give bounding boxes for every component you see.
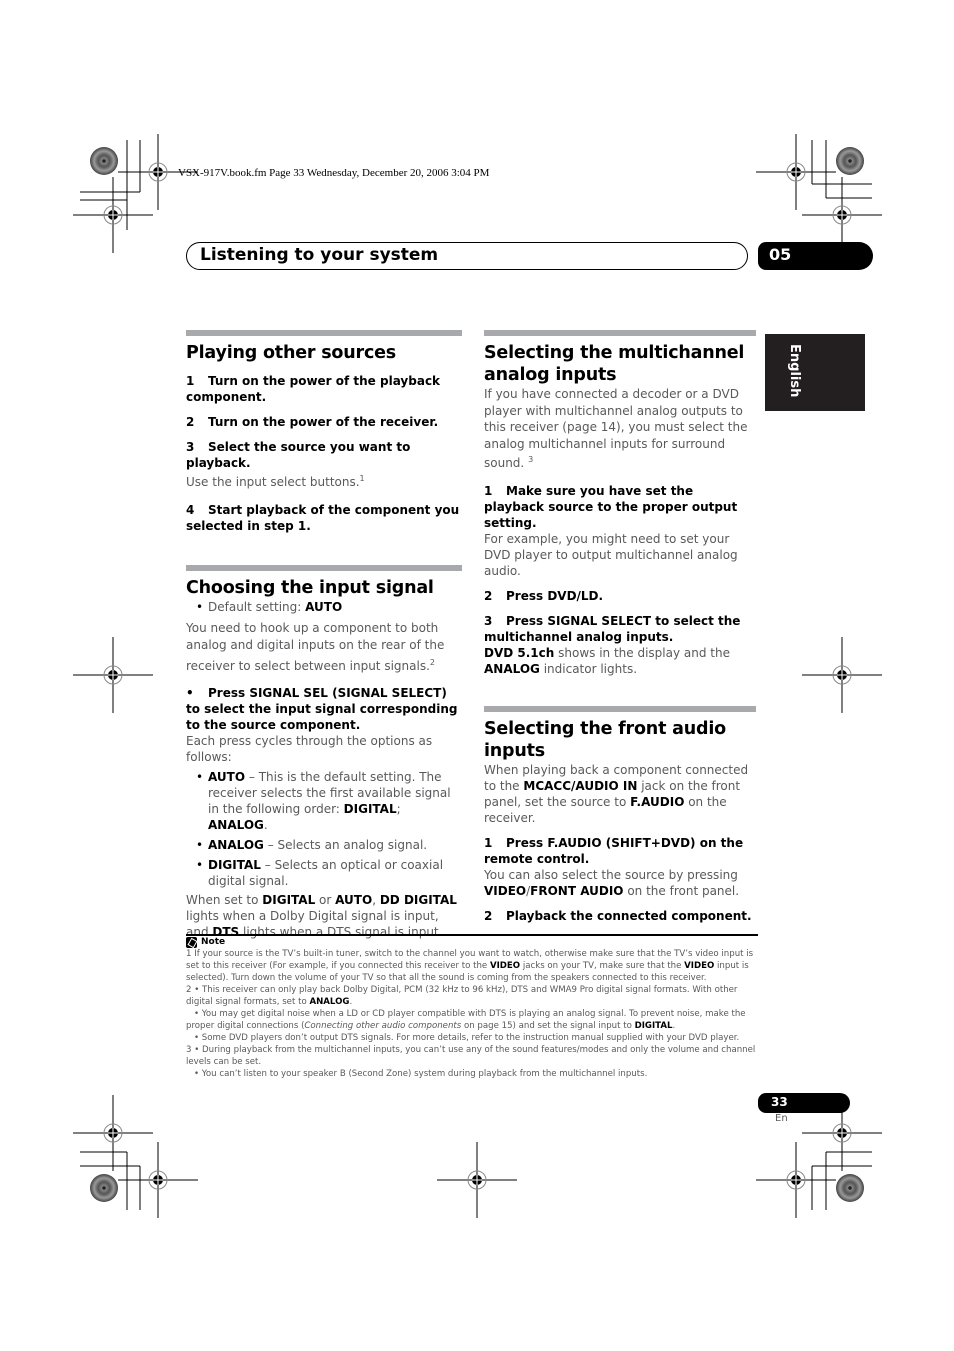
step-1: 1 Press F.AUDIO (SHIFT+DVD) on the remote… [484, 835, 744, 866]
chapter-number-badge: 05 [758, 242, 873, 270]
section-title: Selecting the multichannel analog inputs [484, 343, 745, 385]
registration-mark [756, 1142, 836, 1218]
footnote-ref[interactable]: 2 [430, 658, 435, 667]
section-front-audio-inputs: Selecting the front audio inputs When pl… [484, 705, 756, 924]
chapter-number: 05 [769, 245, 792, 264]
step-4: 4 Start playback of the component you sel… [186, 503, 460, 533]
step-2: 2 Turn on the power of the receiver. [186, 415, 439, 429]
choosing-intro: You need to hook up a component to both … [186, 621, 445, 673]
section-divider [484, 705, 756, 712]
page-number-badge: 33 [758, 1093, 850, 1113]
option-analog: ANALOG – Selects an analog signal. [186, 837, 462, 853]
front-audio-intro: When playing back a component connected … [484, 762, 749, 825]
notes: Note 1 If your source is the TV’s built-… [186, 936, 761, 1080]
language-label: English [787, 344, 802, 398]
registration-mark [437, 1142, 517, 1218]
registration-mark [118, 1142, 198, 1218]
section-title: Playing other sources [186, 343, 397, 363]
chapter-title: Listening to your system [200, 245, 439, 265]
section-playing-other-sources: Playing other sources 1 Turn on the power… [186, 330, 462, 534]
step-1-body: For example, you might need to set your … [484, 531, 738, 578]
step-1: 1 Make sure you have set the playback sou… [484, 483, 738, 530]
footnote-2a: 2 • This receiver can only play back Dol… [186, 985, 738, 1007]
section-divider [186, 330, 462, 336]
registration-mark [756, 134, 836, 210]
pencil-note-icon [186, 936, 197, 948]
section-title: Choosing the input signal [186, 578, 434, 598]
choosing-closing: When set to DIGITAL or AUTO, DD DIGITAL … [186, 893, 457, 939]
section-title: Selecting the front audio inputs [484, 718, 726, 761]
left-column: Playing other sources 1 Turn on the power… [186, 330, 462, 940]
chapter-header: Listening to your system [186, 242, 748, 270]
footnote-2c: • Some DVD players don’t output DTS sign… [194, 1033, 740, 1043]
footnote-3a: 3 • During playback from the multichanne… [186, 1045, 756, 1067]
footnote-1: 1 If your source is the TV’s built-in tu… [186, 949, 754, 983]
option-digital: DIGITAL – Selects an optical or coaxial … [186, 857, 462, 889]
step-1: 1 Turn on the power of the playback compo… [186, 374, 441, 404]
print-imprint: VSX-917V.book.fm Page 33 Wednesday, Dece… [178, 167, 490, 179]
step-2: 2 Playback the connected component. [484, 908, 752, 923]
color-target-bottom-left [90, 1174, 118, 1202]
step-2: 2 Press DVD/LD. [484, 588, 604, 603]
multichannel-intro: If you have connected a decoder or a DVD… [484, 387, 748, 470]
registration-mark [73, 637, 153, 713]
section-divider [186, 565, 462, 571]
press-signal-sel-step: • Press SIGNAL SEL (SIGNAL SELECT) to sel… [186, 686, 458, 732]
language-tab: English [765, 334, 865, 411]
notes-heading: Note [186, 936, 761, 948]
color-target-top-left [90, 147, 118, 175]
dolby-digital-indicator: DD DIGITAL [379, 893, 457, 907]
footnote-ref[interactable]: 1 [360, 474, 365, 483]
registration-mark [73, 1095, 153, 1171]
step-3-body: DVD 5.1ch shows in the display and the A… [484, 645, 730, 676]
section-choosing-input-signal: Choosing the input signal Default settin… [186, 565, 462, 940]
page-number: 33 [771, 1095, 788, 1109]
section-divider [484, 330, 756, 336]
color-target-bottom-right [836, 1174, 864, 1202]
footnote-ref[interactable]: 3 [528, 455, 533, 464]
step-1-body: You can also select the source by pressi… [484, 867, 740, 898]
right-column: Selecting the multichannel analog inputs… [484, 330, 756, 924]
registration-mark [73, 177, 153, 253]
step-3: 3 Press SIGNAL SELECT to select the multi… [484, 613, 741, 644]
registration-mark [802, 637, 882, 713]
step-3-body: Use the input select buttons.1 [186, 474, 365, 489]
footnote-3b: • You can’t listen to your speaker B (Se… [194, 1069, 648, 1079]
press-body: Each press cycles through the options as… [186, 734, 433, 764]
default-setting: Default setting: AUTO [186, 599, 462, 615]
page-language: En [775, 1113, 788, 1124]
color-target-top-right [836, 147, 864, 175]
footnote-2b: • You may get digital noise when a LD or… [186, 1009, 746, 1031]
crop-marks [73, 134, 882, 1218]
option-auto: AUTO – This is the default setting. The … [186, 769, 462, 833]
section-multichannel-analog: Selecting the multichannel analog inputs… [484, 330, 756, 677]
step-3: 3 Select the source you want to playback. [186, 440, 411, 470]
